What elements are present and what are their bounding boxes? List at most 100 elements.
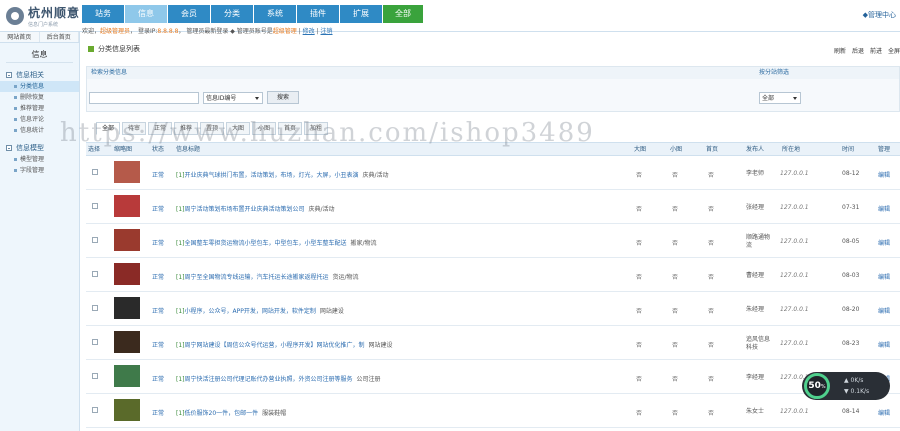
forward-button[interactable]: 前进 <box>870 46 882 55</box>
row-ip: 127.0.0.1 <box>780 204 809 211</box>
tab-normal[interactable]: 正常 <box>148 122 172 135</box>
main-nav: 站务 信息 会员 分类 系统 插件 扩展 全部 <box>82 5 424 23</box>
sidebar-item-model-manage[interactable]: 模型管理 <box>0 154 79 165</box>
row-thumbnail[interactable] <box>114 229 140 251</box>
tab-home[interactable]: 首页 <box>278 122 302 135</box>
row-checkbox[interactable] <box>92 203 98 209</box>
row-edit-link[interactable]: 编辑 <box>878 272 890 281</box>
row-title[interactable]: [1]周宁快活注册公司代理记账代办营业执照，外资公司注册等服务 公司注册 <box>176 374 381 383</box>
admin-center-link[interactable]: ◆管理中心 <box>863 10 896 20</box>
row-checkbox[interactable] <box>92 271 98 277</box>
row-title[interactable]: [1]全国整车零担货运物流小型包车，中型包车，小型车整车配送 搬家/物流 <box>176 238 377 247</box>
row-thumbnail[interactable] <box>114 297 140 319</box>
row-big-image: 否 <box>636 376 643 383</box>
row-edit-link[interactable]: 编辑 <box>878 340 890 349</box>
sidebar-group-model[interactable]: 信息模型 <box>0 142 79 154</box>
row-poster: 追风信息科技 <box>746 336 771 351</box>
table-row: 正常 [1]周宁至全国物流专线运输，汽车托运长途搬家返程托运 货运/物流 否 否 … <box>86 258 900 292</box>
row-date: 08-03 <box>842 272 860 279</box>
sidebar-tab-admin-home[interactable]: 后台首页 <box>39 32 79 42</box>
sidebar-item-delete-restore[interactable]: 删除恢复 <box>0 92 79 103</box>
nav-info[interactable]: 信息 <box>125 5 167 23</box>
page-title: 分类信息列表 <box>88 44 140 54</box>
sidebar-tab-site-home[interactable]: 网站首页 <box>0 32 40 42</box>
row-title[interactable]: [1]低价服饰20一件，包邮一件 服装鞋帽 <box>176 408 286 417</box>
row-title[interactable]: [1]开业庆典气球拱门布置，活动策划，布场，灯光，大屏，小丑表演 庆典/活动 <box>176 170 389 179</box>
row-checkbox[interactable] <box>92 373 98 379</box>
tab-all[interactable]: 全部 <box>96 122 120 135</box>
row-thumbnail[interactable] <box>114 365 140 387</box>
tab-top[interactable]: 置顶 <box>200 122 224 135</box>
search-field-select[interactable]: 信息ID编号 <box>203 92 263 104</box>
nav-category[interactable]: 分类 <box>211 5 253 23</box>
nav-member[interactable]: 会员 <box>168 5 210 23</box>
bullet-icon <box>14 118 17 121</box>
row-status[interactable]: 正常 <box>152 170 164 179</box>
row-status[interactable]: 正常 <box>152 306 164 315</box>
row-thumbnail[interactable] <box>114 263 140 285</box>
modify-link[interactable]: 修改 <box>303 28 315 35</box>
nav-extend[interactable]: 扩展 <box>340 5 382 23</box>
network-speed-widget[interactable]: 50% ▲ 0K/s ▼ 0.1K/s <box>802 372 890 400</box>
nav-site[interactable]: 站务 <box>82 5 124 23</box>
row-status[interactable]: 正常 <box>152 340 164 349</box>
sidebar-title: 信息 <box>6 47 73 63</box>
row-checkbox[interactable] <box>92 237 98 243</box>
tab-recommend[interactable]: 推荐 <box>174 122 198 135</box>
info-table: 选择 缩略图 状态 信息标题 大图 小图 首页 发布人 所在地 时间 管理 正常… <box>86 142 900 428</box>
nav-system[interactable]: 系统 <box>254 5 296 23</box>
row-status[interactable]: 正常 <box>152 408 164 417</box>
tab-small-image[interactable]: 小图 <box>252 122 276 135</box>
row-title[interactable]: [1]周宁至全国物流专线运输，汽车托运长途搬家返程托运 货运/物流 <box>176 272 359 281</box>
row-poster: 朱女士 <box>746 408 765 415</box>
row-poster: 朱经理 <box>746 306 765 313</box>
bullet-icon <box>14 107 17 110</box>
table-row: 正常 [1]低价服饰20一件，包邮一件 服装鞋帽 否 否 否 朱女士 127.0.… <box>86 394 900 428</box>
row-checkbox[interactable] <box>92 339 98 345</box>
nav-all[interactable]: 全部 <box>383 5 423 23</box>
row-home: 否 <box>708 206 715 213</box>
row-ip: 127.0.0.1 <box>780 340 809 347</box>
search-input[interactable] <box>89 92 199 104</box>
nav-plugin[interactable]: 插件 <box>297 5 339 23</box>
sidebar-group-info[interactable]: 信息相关 <box>0 69 79 81</box>
info-bar: 欢迎，超级管理员， 登录IP:8.8.8.8， 管理员最新登录 ◆ 管理员账号是… <box>82 28 333 35</box>
sidebar-item-field-manage[interactable]: 字段管理 <box>0 165 79 176</box>
sidebar-item-stats[interactable]: 信息统计 <box>0 125 79 136</box>
row-edit-link[interactable]: 编辑 <box>878 204 890 213</box>
logo[interactable]: 杭州顺意 信息门户系统 <box>6 3 80 29</box>
row-status[interactable]: 正常 <box>152 374 164 383</box>
row-edit-link[interactable]: 编辑 <box>878 170 890 179</box>
sidebar-item-category-info[interactable]: 分类信息 <box>0 81 79 92</box>
fullscreen-button[interactable]: 全屏 <box>888 46 900 55</box>
row-checkbox[interactable] <box>92 169 98 175</box>
row-thumbnail[interactable] <box>114 161 140 183</box>
row-status[interactable]: 正常 <box>152 204 164 213</box>
sidebar-item-comments[interactable]: 信息评论 <box>0 114 79 125</box>
row-edit-link[interactable]: 编辑 <box>878 408 890 417</box>
back-button[interactable]: 后退 <box>852 46 864 55</box>
sidebar-item-recommend[interactable]: 推荐管理 <box>0 103 79 114</box>
tab-big-image[interactable]: 大图 <box>226 122 250 135</box>
row-checkbox[interactable] <box>92 305 98 311</box>
row-title[interactable]: [1]周宁网站建设【周信公众号代运营，小程序开发】网站优化推广，制 网站建设 <box>176 340 393 349</box>
tab-pending[interactable]: 待审 <box>122 122 146 135</box>
row-status[interactable]: 正常 <box>152 272 164 281</box>
row-thumbnail[interactable] <box>114 399 140 421</box>
row-title[interactable]: [1]周宁活动策划布场布置开业庆典活动策划公司 庆典/活动 <box>176 204 335 213</box>
row-thumbnail[interactable] <box>114 331 140 353</box>
collapse-icon <box>6 72 12 78</box>
row-edit-link[interactable]: 编辑 <box>878 306 890 315</box>
site-filter-select[interactable]: 全部 <box>759 92 801 104</box>
refresh-button[interactable]: 刷新 <box>834 46 846 55</box>
row-checkbox[interactable] <box>92 407 98 413</box>
row-big-image: 否 <box>636 342 643 349</box>
search-button[interactable]: 搜索 <box>267 91 299 104</box>
row-title[interactable]: [1]小程序，公众号，APP开发，网站开发，软件定制 网站建设 <box>176 306 344 315</box>
row-status[interactable]: 正常 <box>152 238 164 247</box>
logout-link[interactable]: 注销 <box>321 28 333 35</box>
speed-gauge: 50% <box>804 373 830 399</box>
tab-bold[interactable]: 加粗 <box>304 122 328 135</box>
row-edit-link[interactable]: 编辑 <box>878 238 890 247</box>
row-thumbnail[interactable] <box>114 195 140 217</box>
